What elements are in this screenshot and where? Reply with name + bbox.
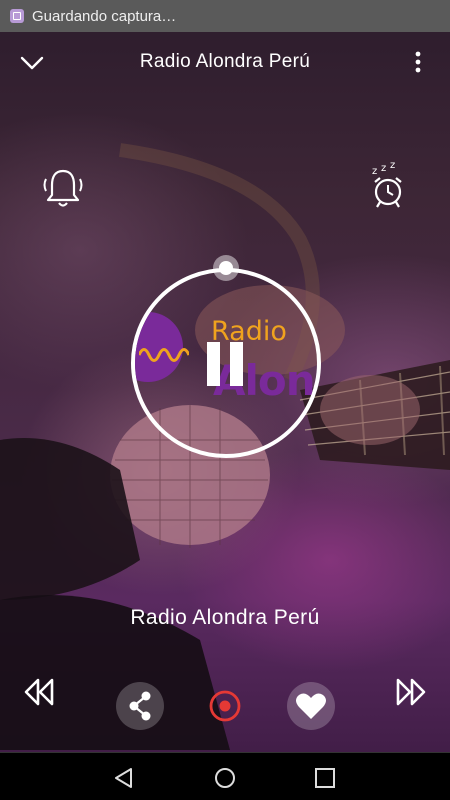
- navigation-bar: [0, 752, 450, 800]
- rewind-icon[interactable]: [22, 676, 56, 708]
- status-bar: Guardando captura…: [0, 0, 450, 32]
- station-name: Radio Alondra Perú: [130, 606, 320, 629]
- pause-icon[interactable]: [205, 342, 245, 386]
- page-title: Radio Alondra Perú: [139, 51, 311, 72]
- share-icon: [129, 691, 151, 721]
- favorite-button[interactable]: [287, 682, 335, 730]
- heart-icon: [296, 693, 326, 719]
- svg-text:z: z: [372, 166, 377, 177]
- alarm-bell-icon[interactable]: [40, 165, 86, 211]
- nav-recents-icon[interactable]: [314, 767, 336, 789]
- svg-text:z: z: [390, 162, 395, 171]
- nav-back-icon[interactable]: [113, 767, 135, 789]
- status-text: Guardando captura…: [32, 7, 177, 25]
- more-vert-icon[interactable]: [408, 48, 428, 76]
- fast-forward-icon[interactable]: [394, 676, 428, 708]
- nav-home-icon[interactable]: [214, 767, 236, 789]
- sleep-timer-icon[interactable]: z z z: [366, 162, 410, 210]
- screenshot-icon: [10, 9, 24, 23]
- player-circle: Radio Alondra: [131, 255, 321, 458]
- record-icon[interactable]: [207, 688, 243, 724]
- share-button[interactable]: [116, 682, 164, 730]
- top-bar: Radio Alondra Perú: [0, 32, 450, 90]
- seek-knob[interactable]: [213, 255, 239, 281]
- svg-text:z: z: [381, 163, 386, 174]
